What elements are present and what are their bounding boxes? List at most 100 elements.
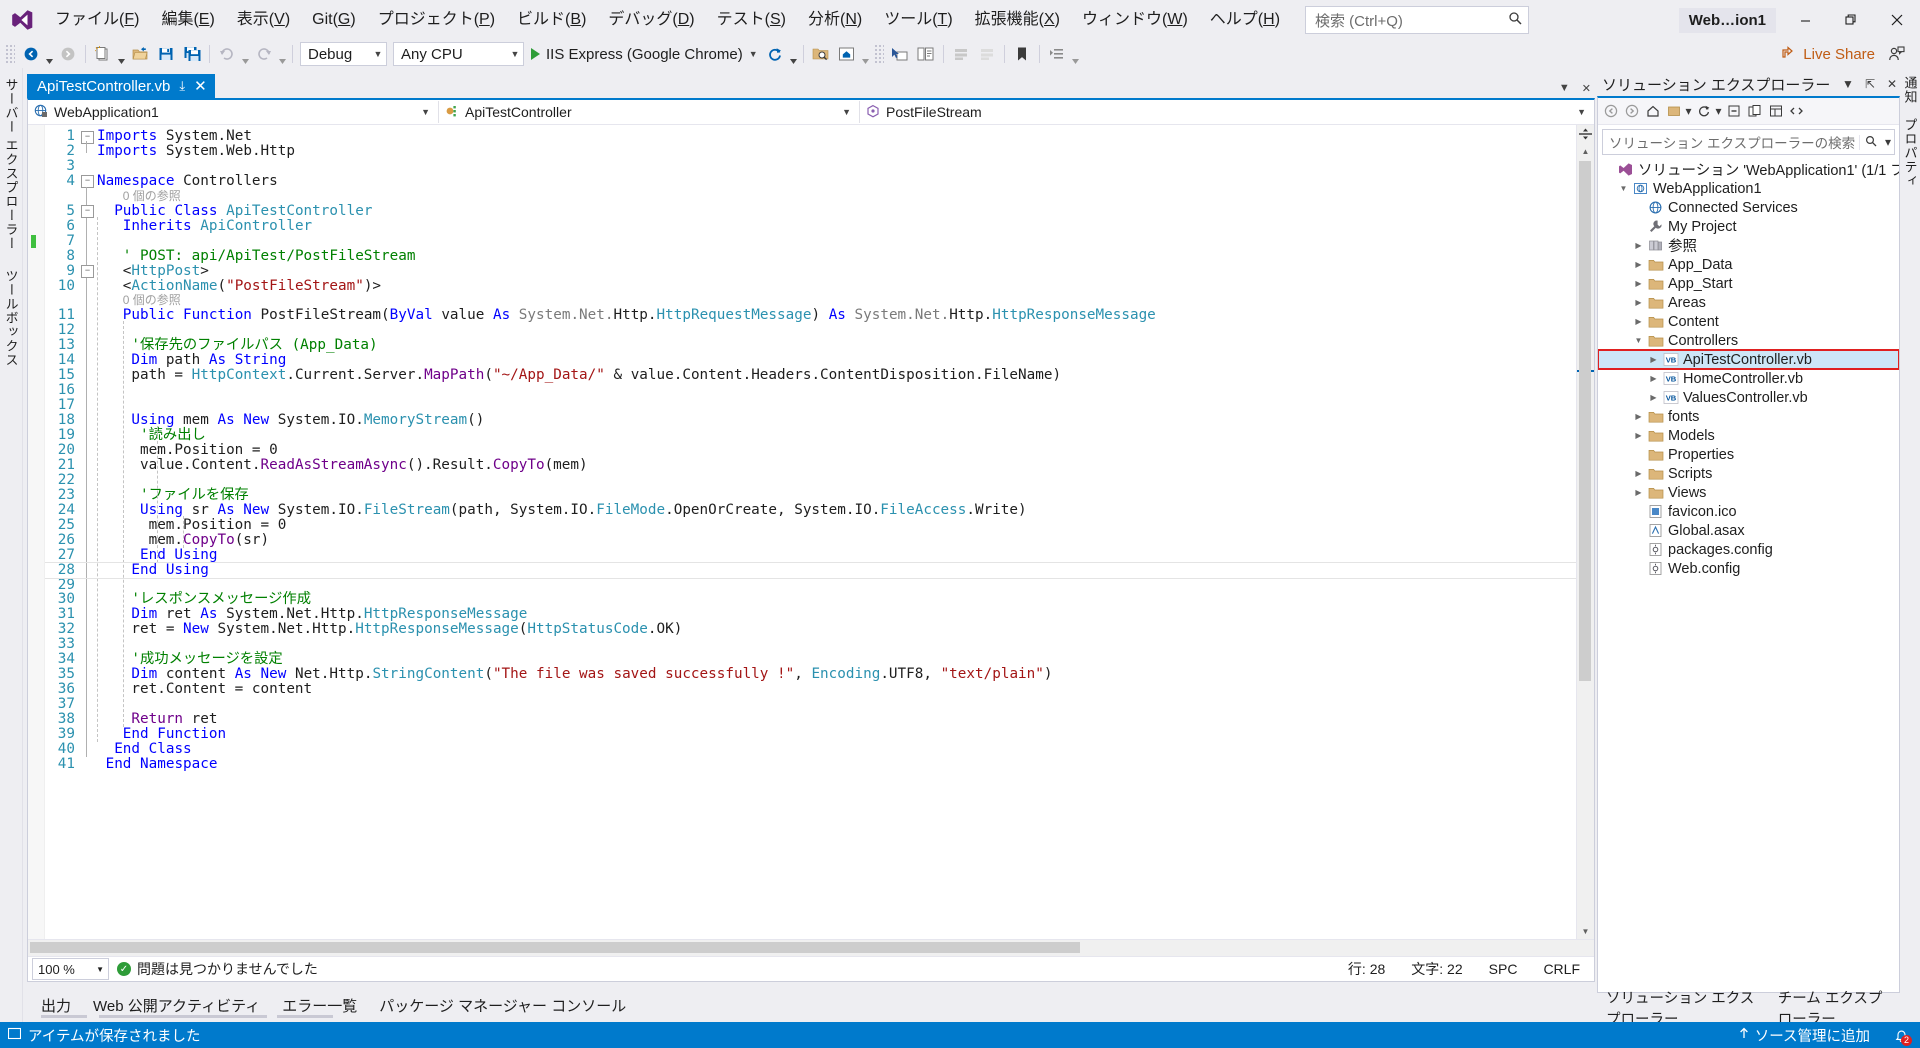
scroll-thumb[interactable] (1579, 161, 1591, 681)
editor-vertical-scrollbar[interactable]: ▲ ▼ (1576, 125, 1594, 939)
menu-git[interactable]: Git(G) (301, 0, 367, 40)
solution-platform-combo[interactable]: Any CPU ▼ (393, 42, 524, 66)
nav-member-combo[interactable]: PostFileStream ▼ (860, 101, 1594, 123)
redo-dropdown-icon[interactable] (277, 40, 288, 69)
menu-build[interactable]: ビルド(B) (506, 0, 597, 40)
show-all-files-icon[interactable] (1744, 100, 1765, 122)
zoom-level-combo[interactable]: 100 % ▼ (32, 958, 109, 980)
nav-type-combo[interactable]: ApiTestController ▼ (439, 101, 860, 123)
nav-project-combo[interactable]: WebApplication1 ▼ (28, 101, 439, 123)
comment-lines-icon[interactable] (949, 42, 973, 66)
chevron-down-icon-2[interactable]: ▾ (1714, 100, 1723, 122)
tree-item[interactable]: ▶Content (1598, 312, 1899, 331)
toolbar-grip[interactable] (5, 44, 15, 64)
undo-dropdown-icon[interactable] (240, 40, 251, 69)
chevron-collapsed-icon[interactable]: ▶ (1646, 374, 1661, 383)
preview-selected-elements-icon[interactable] (914, 42, 938, 66)
undo-icon[interactable] (215, 42, 239, 66)
menu-test[interactable]: テスト(S) (706, 0, 797, 40)
save-all-icon[interactable] (180, 42, 204, 66)
bottom-tab-web-publish-activity[interactable]: Web 公開アクティビティ (93, 995, 260, 1016)
live-share-button[interactable]: Live Share (1773, 42, 1883, 66)
chevron-collapsed-icon[interactable]: ▶ (1646, 355, 1661, 364)
menu-debug[interactable]: デバッグ(D) (597, 0, 705, 40)
bottom-tab-error-list[interactable]: エラー一覧 (282, 995, 357, 1016)
pin-icon[interactable]: ⤓ (179, 78, 185, 94)
home-icon[interactable] (1642, 100, 1663, 122)
pending-changes-icon[interactable] (1663, 100, 1684, 122)
bottom-tab-output[interactable]: 出力 (41, 995, 71, 1016)
code-lines[interactable]: 1Imports System.Net2Imports System.Web.H… (45, 125, 1576, 939)
panel-close-icon[interactable]: ✕ (1884, 77, 1900, 91)
solution-home-dropdown-icon[interactable] (860, 40, 871, 69)
forward-icon[interactable] (1621, 100, 1642, 122)
tree-item[interactable]: ▶VBValuesController.vb (1598, 388, 1899, 407)
menu-help[interactable]: ヘルプ(H) (1199, 0, 1291, 40)
tree-item[interactable]: ▶Views (1598, 483, 1899, 502)
refresh-icon[interactable] (1693, 100, 1714, 122)
search-options-chevron-icon[interactable]: ▾ (1882, 135, 1894, 149)
editor-horizontal-scrollbar[interactable] (28, 939, 1594, 956)
save-icon[interactable] (154, 42, 178, 66)
tree-item[interactable]: ▶参照 (1598, 236, 1899, 255)
chevron-collapsed-icon[interactable]: ▶ (1631, 279, 1646, 288)
bookmark-icon[interactable] (1010, 42, 1034, 66)
panel-dropdown-icon[interactable]: ▼ (1840, 77, 1856, 91)
menu-view[interactable]: 表示(V) (226, 0, 301, 40)
chevron-expanded-icon[interactable]: ▼ (1616, 184, 1631, 193)
solution-configuration-combo[interactable]: Debug ▼ (300, 42, 387, 66)
rail-server-explorer[interactable]: サーバー エクスプローラー (2, 78, 21, 251)
chevron-collapsed-icon[interactable]: ▶ (1631, 317, 1646, 326)
tree-item[interactable]: ▶Models (1598, 426, 1899, 445)
refresh-dropdown-icon[interactable] (788, 40, 799, 69)
uncomment-lines-icon[interactable] (975, 42, 999, 66)
chevron-collapsed-icon[interactable]: ▶ (1631, 241, 1646, 250)
tree-item[interactable]: ▶fonts (1598, 407, 1899, 426)
solution-tree[interactable]: ソリューション 'WebApplication1' (1/1 プロジェクト)▼W… (1598, 158, 1899, 992)
tree-item[interactable]: ▶App_Data (1598, 255, 1899, 274)
navigate-backward-dropdown-icon[interactable] (44, 40, 55, 69)
tab-close-group-icon[interactable]: ✕ (1582, 82, 1591, 95)
tree-item[interactable]: Web.config (1598, 559, 1899, 578)
outline-toggle-function[interactable]: − (81, 265, 94, 278)
tab-list-dropdown-icon[interactable]: ▼ (1559, 82, 1570, 95)
tree-item[interactable]: ▶App_Start (1598, 274, 1899, 293)
tree-item[interactable]: Global.asax (1598, 521, 1899, 540)
new-item-icon[interactable] (91, 42, 115, 66)
panel-pin-icon[interactable]: ⇱ (1862, 77, 1878, 91)
scroll-down-arrow-icon[interactable]: ▼ (1577, 923, 1594, 939)
navigate-forward-icon[interactable] (56, 42, 80, 66)
insert-mode-label[interactable]: SPC (1489, 961, 1518, 977)
menu-file[interactable]: ファイル(F) (44, 0, 150, 40)
outline-toggle-namespace[interactable]: − (81, 175, 94, 188)
bottom-tab-package-manager-console[interactable]: パッケージ マネージャー コンソール (379, 995, 626, 1016)
tree-item[interactable]: Properties (1598, 445, 1899, 464)
view-code-icon[interactable] (1786, 100, 1807, 122)
select-element-icon[interactable] (888, 42, 912, 66)
send-feedback-icon[interactable] (1884, 42, 1908, 66)
collapse-all-icon[interactable] (1723, 100, 1744, 122)
indent-dropdown-icon[interactable] (1070, 40, 1081, 69)
close-icon[interactable]: ✕ (194, 77, 207, 95)
navigate-backward-icon[interactable] (19, 42, 43, 66)
document-tab-apitestcontroller[interactable]: ApiTestController.vb ⤓ ✕ (27, 74, 215, 98)
tree-item-selected[interactable]: ▶VBApiTestController.vb (1598, 350, 1899, 369)
restore-button[interactable] (1828, 0, 1874, 40)
toolbar-grip-2[interactable] (874, 44, 884, 64)
menu-analyze[interactable]: 分析(N) (797, 0, 873, 40)
chevron-collapsed-icon[interactable]: ▶ (1631, 469, 1646, 478)
hscroll-thumb[interactable] (30, 942, 1080, 953)
rail-properties[interactable]: プロパティ (1901, 118, 1920, 188)
close-button[interactable] (1874, 0, 1920, 40)
rail-notifications[interactable]: 通知 (1901, 76, 1920, 104)
menu-edit[interactable]: 編集(E) (150, 0, 225, 40)
line-ending-label[interactable]: CRLF (1543, 961, 1580, 977)
chevron-collapsed-icon[interactable]: ▶ (1631, 431, 1646, 440)
start-debugging-button[interactable]: IIS Express (Google Chrome) ▼ (527, 42, 762, 66)
solution-home-icon[interactable] (835, 42, 859, 66)
back-icon[interactable] (1600, 100, 1621, 122)
refresh-icon[interactable] (763, 42, 787, 66)
chevron-collapsed-icon[interactable]: ▶ (1631, 298, 1646, 307)
chevron-collapsed-icon[interactable]: ▶ (1646, 393, 1661, 402)
tree-item[interactable]: ▶Areas (1598, 293, 1899, 312)
